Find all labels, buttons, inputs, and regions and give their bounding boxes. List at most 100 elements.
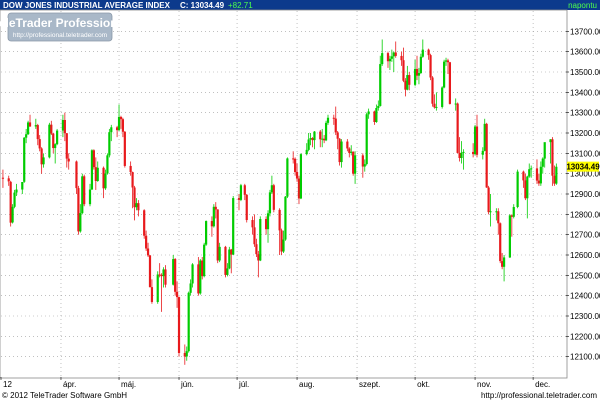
candle-down bbox=[245, 194, 248, 223]
candle-body bbox=[313, 131, 316, 141]
candle-up bbox=[106, 153, 109, 175]
candle-body bbox=[237, 198, 241, 200]
candle-body bbox=[388, 58, 392, 62]
candle-body bbox=[90, 150, 94, 190]
candle-body bbox=[96, 167, 99, 181]
candle-body bbox=[104, 173, 107, 189]
candle-body bbox=[338, 138, 341, 163]
candle-body bbox=[446, 60, 450, 63]
last-price-tag-label: 13034.49 bbox=[566, 163, 600, 172]
candle-up bbox=[228, 246, 231, 270]
candle-up bbox=[199, 259, 202, 295]
candle-body bbox=[348, 148, 351, 153]
candle-body bbox=[212, 206, 215, 227]
candle-body bbox=[502, 257, 506, 267]
candle-body bbox=[54, 144, 57, 149]
candle-body bbox=[294, 158, 297, 173]
candle-body bbox=[210, 221, 214, 227]
candle-body bbox=[230, 249, 233, 255]
candle-body bbox=[216, 209, 219, 261]
x-tick-label: okt. bbox=[417, 380, 430, 389]
candle-body bbox=[481, 150, 484, 155]
candle-body bbox=[483, 123, 486, 151]
candle-body bbox=[522, 171, 525, 181]
candle-body bbox=[495, 211, 498, 213]
x-tick-label: júl. bbox=[238, 380, 249, 389]
candle-body bbox=[28, 122, 32, 127]
y-tick-label: 13300.00 bbox=[570, 109, 600, 118]
candle-body bbox=[537, 180, 541, 184]
candle-body bbox=[164, 269, 167, 285]
footer-url[interactable]: http://professional.teletrader.com bbox=[481, 391, 597, 400]
candle-body bbox=[191, 264, 194, 284]
candle-body bbox=[497, 211, 500, 224]
y-tick-label: 12500.00 bbox=[570, 271, 600, 280]
candle-up bbox=[108, 128, 111, 158]
candle-body bbox=[441, 87, 444, 107]
candle-body bbox=[321, 138, 324, 140]
period-label[interactable]: napontu bbox=[568, 1, 597, 10]
candle-body bbox=[365, 114, 368, 165]
candle-down bbox=[448, 61, 452, 105]
chart-window: DOW JONES INDUSTRIAL AVERAGE INDEX C: 13… bbox=[0, 0, 600, 400]
x-tick-label: 12 bbox=[3, 380, 12, 389]
candle-body bbox=[485, 123, 488, 188]
candle-body bbox=[146, 248, 150, 256]
candle-up bbox=[23, 137, 26, 183]
candle-body bbox=[278, 209, 281, 231]
candle-up bbox=[284, 196, 287, 241]
candle-body bbox=[350, 151, 353, 153]
candle-body bbox=[324, 122, 328, 141]
candle-body bbox=[526, 176, 529, 199]
x-tick-label: jún. bbox=[180, 380, 194, 389]
candle-body bbox=[340, 141, 343, 163]
x-tick-label: ápr. bbox=[63, 380, 76, 389]
candle-body bbox=[38, 139, 41, 149]
candle-body bbox=[123, 131, 126, 166]
candle-up bbox=[419, 53, 422, 75]
candle-down bbox=[216, 209, 219, 264]
candle-body bbox=[272, 185, 275, 210]
candle-body bbox=[11, 206, 14, 223]
candle-down bbox=[431, 76, 434, 107]
candle-body bbox=[551, 139, 554, 176]
candle-body bbox=[63, 119, 66, 134]
candle-body bbox=[379, 64, 382, 106]
candle-body bbox=[390, 56, 393, 59]
candle-body bbox=[367, 111, 370, 115]
candle-body bbox=[23, 137, 26, 182]
candle-body bbox=[555, 166, 558, 184]
candle-up bbox=[239, 183, 243, 202]
chart-svg: DOW JONES INDUSTRIAL AVERAGE INDEX C: 13… bbox=[0, 0, 600, 400]
candle-down bbox=[177, 296, 181, 357]
candle-body bbox=[280, 230, 283, 252]
x-tick-label: máj. bbox=[121, 380, 136, 389]
candle-body bbox=[361, 155, 364, 167]
candle-body bbox=[160, 274, 163, 277]
candle-body bbox=[336, 132, 339, 139]
candle-body bbox=[199, 260, 202, 294]
candle-body bbox=[512, 207, 515, 217]
candle-body bbox=[50, 124, 53, 134]
candle-body bbox=[323, 138, 326, 141]
candle-body bbox=[13, 192, 16, 207]
candle-up bbox=[324, 120, 328, 142]
y-tick-label: 13600.00 bbox=[570, 48, 600, 57]
candle-down bbox=[148, 255, 152, 288]
candle-body bbox=[442, 61, 446, 88]
candle-body bbox=[530, 168, 533, 170]
candle-body bbox=[319, 131, 322, 140]
candle-body bbox=[239, 185, 243, 200]
candle-body bbox=[183, 353, 186, 357]
candle-body bbox=[110, 127, 113, 133]
candle-body bbox=[7, 178, 10, 182]
candle-body bbox=[499, 223, 502, 262]
candle-body bbox=[408, 75, 411, 85]
candle-body bbox=[36, 125, 39, 140]
candle-body bbox=[143, 210, 146, 236]
candle-body bbox=[394, 52, 397, 56]
candle-body bbox=[205, 221, 208, 245]
candle-body bbox=[224, 246, 227, 275]
candle-body bbox=[309, 138, 312, 140]
candle-down bbox=[77, 185, 80, 235]
